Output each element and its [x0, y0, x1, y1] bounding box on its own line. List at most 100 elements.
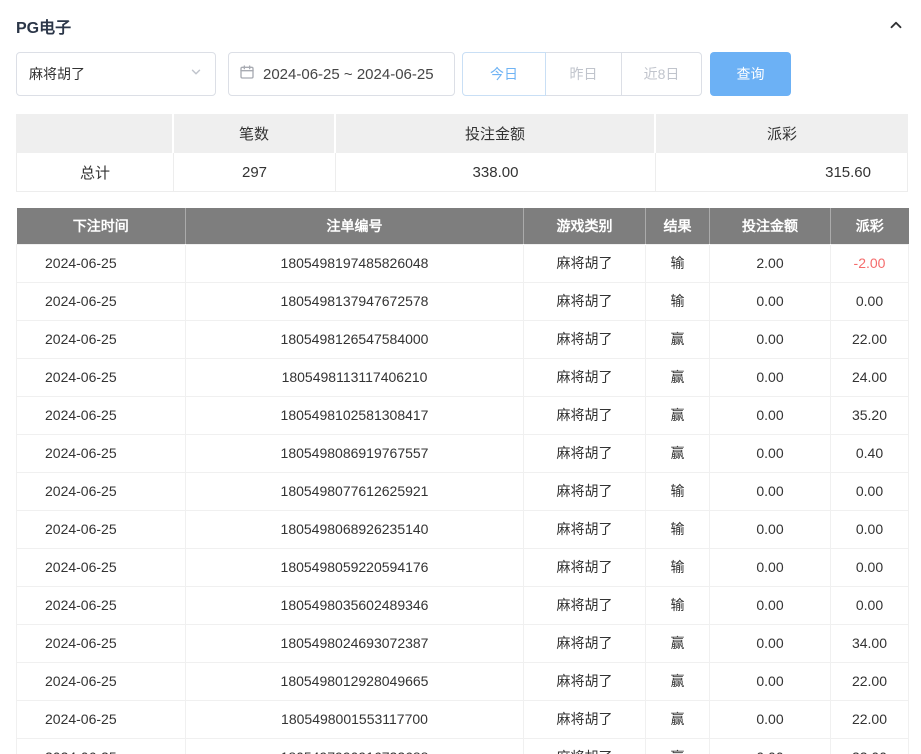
cell-bet-amount: 0.00	[710, 282, 831, 320]
filter-bar: 麻将胡了 2024-06-25 ~ 2024-06-25 今日 昨日 近8日 查…	[16, 52, 908, 96]
cell-game-type: 麻将胡了	[524, 320, 646, 358]
game-select[interactable]: 麻将胡了	[16, 52, 216, 96]
header-bet-amount: 投注金额	[710, 208, 831, 244]
cell-payout: 22.00	[831, 662, 909, 700]
header-payout: 派彩	[831, 208, 909, 244]
cell-bet-amount: 0.00	[710, 510, 831, 548]
cell-bet-time: 2024-06-25	[17, 662, 186, 700]
cell-bet-id: 1805498012928049665	[186, 662, 524, 700]
cell-game-type: 麻将胡了	[524, 244, 646, 282]
cell-bet-id: 1805498137947672578	[186, 282, 524, 320]
yesterday-button[interactable]: 昨日	[545, 52, 622, 96]
today-button[interactable]: 今日	[462, 52, 546, 96]
panel-header: PG电子	[16, 12, 908, 40]
cell-game-type: 麻将胡了	[524, 282, 646, 320]
date-range-picker[interactable]: 2024-06-25 ~ 2024-06-25	[228, 52, 455, 96]
cell-bet-time: 2024-06-25	[17, 472, 186, 510]
table-row: 2024-06-25 1805498126547584000 麻将胡了 赢 0.…	[17, 320, 909, 358]
cell-bet-time: 2024-06-25	[17, 548, 186, 586]
cell-payout: -2.00	[831, 244, 909, 282]
cell-bet-id: 1805498059220594176	[186, 548, 524, 586]
chevron-up-icon	[887, 16, 905, 37]
cell-payout: 24.00	[831, 358, 909, 396]
summary-header-blank	[16, 114, 174, 153]
cell-result: 输	[646, 282, 710, 320]
summary-total-row: 总计 297 338.00 315.60	[16, 153, 908, 192]
cell-bet-id: 1805498126547584000	[186, 320, 524, 358]
bet-table-header-row: 下注时间 注单编号 游戏类别 结果 投注金额 派彩	[17, 208, 909, 244]
table-row: 2024-06-25 1805498113117406210 麻将胡了 赢 0.…	[17, 358, 909, 396]
chevron-down-icon	[189, 65, 203, 84]
cell-game-type: 麻将胡了	[524, 510, 646, 548]
cell-payout: 22.00	[831, 320, 909, 358]
header-game-type: 游戏类别	[524, 208, 646, 244]
cell-result: 赢	[646, 700, 710, 738]
cell-payout: 35.20	[831, 396, 909, 434]
cell-bet-amount: 0.00	[710, 662, 831, 700]
bet-table-body: 2024-06-25 1805498197485826048 麻将胡了 输 2.…	[17, 244, 909, 754]
table-row: 2024-06-25 1805498035602489346 麻将胡了 输 0.…	[17, 586, 909, 624]
cell-bet-id: 1805498102581308417	[186, 396, 524, 434]
cell-game-type: 麻将胡了	[524, 472, 646, 510]
cell-payout: 0.00	[831, 586, 909, 624]
table-row: 2024-06-25 1805498012928049665 麻将胡了 赢 0.…	[17, 662, 909, 700]
calendar-icon	[239, 64, 255, 85]
cell-game-type: 麻将胡了	[524, 586, 646, 624]
cell-bet-time: 2024-06-25	[17, 282, 186, 320]
cell-bet-amount: 0.00	[710, 624, 831, 662]
cell-result: 输	[646, 472, 710, 510]
cell-bet-time: 2024-06-25	[17, 320, 186, 358]
cell-bet-time: 2024-06-25	[17, 434, 186, 472]
cell-payout: 0.00	[831, 548, 909, 586]
cell-game-type: 麻将胡了	[524, 624, 646, 662]
table-row: 2024-06-25 1805498197485826048 麻将胡了 输 2.…	[17, 244, 909, 282]
cell-payout: 0.00	[831, 282, 909, 320]
cell-result: 输	[646, 586, 710, 624]
cell-result: 赢	[646, 624, 710, 662]
cell-bet-id: 1805498024693072387	[186, 624, 524, 662]
cell-bet-time: 2024-06-25	[17, 624, 186, 662]
summary-payout-value: 315.60	[656, 153, 908, 192]
cell-bet-time: 2024-06-25	[17, 358, 186, 396]
cell-result: 赢	[646, 396, 710, 434]
cell-result: 赢	[646, 320, 710, 358]
cell-bet-time: 2024-06-25	[17, 586, 186, 624]
collapse-button[interactable]	[884, 14, 908, 38]
cell-game-type: 麻将胡了	[524, 434, 646, 472]
cell-bet-amount: 0.00	[710, 548, 831, 586]
cell-bet-time: 2024-06-25	[17, 244, 186, 282]
cell-bet-id: 1805498001553117700	[186, 700, 524, 738]
cell-bet-amount: 0.00	[710, 586, 831, 624]
cell-game-type: 麻将胡了	[524, 548, 646, 586]
cell-payout: 22.00	[831, 738, 909, 754]
quick-range-group: 今日 昨日 近8日	[462, 52, 702, 96]
summary-table: 笔数 投注金额 派彩 总计 297 338.00 315.60	[16, 114, 908, 192]
cell-bet-id: 1805497990916722688	[186, 738, 524, 754]
header-result: 结果	[646, 208, 710, 244]
table-row: 2024-06-25 1805498068926235140 麻将胡了 输 0.…	[17, 510, 909, 548]
table-row: 2024-06-25 1805498102581308417 麻将胡了 赢 0.…	[17, 396, 909, 434]
search-button[interactable]: 查询	[710, 52, 791, 96]
pg-panel: PG电子 麻将胡了 2024-06-25 ~ 2024-06-25 今日 昨日 …	[0, 0, 921, 754]
cell-payout: 0.00	[831, 472, 909, 510]
cell-result: 输	[646, 548, 710, 586]
summary-total-label: 总计	[16, 153, 174, 192]
summary-bet-amount-value: 338.00	[336, 153, 656, 192]
date-range-value: 2024-06-25 ~ 2024-06-25	[263, 66, 434, 83]
cell-bet-amount: 0.00	[710, 738, 831, 754]
cell-bet-amount: 0.00	[710, 358, 831, 396]
table-row: 2024-06-25 1805498001553117700 麻将胡了 赢 0.…	[17, 700, 909, 738]
summary-header-count: 笔数	[174, 114, 336, 153]
cell-bet-amount: 0.00	[710, 700, 831, 738]
cell-bet-time: 2024-06-25	[17, 700, 186, 738]
cell-result: 赢	[646, 434, 710, 472]
cell-bet-amount: 2.00	[710, 244, 831, 282]
header-bet-time: 下注时间	[17, 208, 186, 244]
last-8-days-button[interactable]: 近8日	[621, 52, 702, 96]
cell-game-type: 麻将胡了	[524, 700, 646, 738]
cell-payout: 0.00	[831, 510, 909, 548]
cell-bet-time: 2024-06-25	[17, 396, 186, 434]
cell-result: 赢	[646, 662, 710, 700]
header-bet-id: 注单编号	[186, 208, 524, 244]
cell-payout: 34.00	[831, 624, 909, 662]
